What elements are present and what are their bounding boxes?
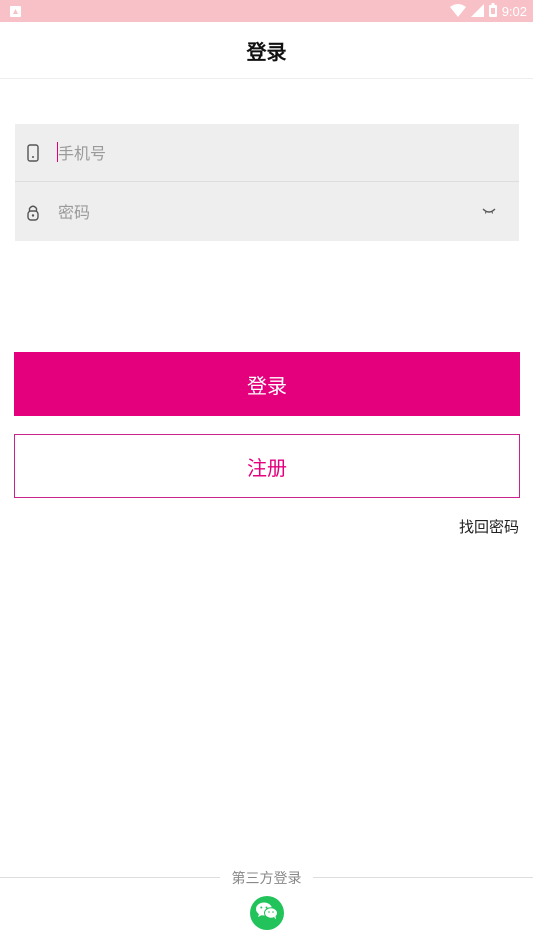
- status-bar: 9:02: [0, 0, 533, 22]
- login-form: [15, 124, 519, 241]
- third-party-label: 第三方登录: [231, 871, 302, 887]
- phone-field-row: [15, 124, 519, 182]
- login-screen: 9:02 登录 手机号 登录 注册 找回密码 第三方登录: [0, 0, 533, 947]
- signal-icon: [470, 2, 484, 21]
- third-party-section: 第三方登录: [0, 866, 533, 890]
- header: 登录: [0, 22, 533, 79]
- android-notification-icon: [10, 5, 21, 17]
- eye-closed-icon[interactable]: [481, 205, 497, 217]
- phone-input[interactable]: [58, 137, 468, 169]
- wifi-icon: [449, 2, 466, 21]
- lock-icon: [26, 203, 40, 221]
- divider: [313, 877, 533, 878]
- wechat-login-button[interactable]: [250, 896, 284, 930]
- register-button[interactable]: 注册: [14, 434, 520, 498]
- phone-icon: [26, 144, 40, 162]
- battery-icon: [488, 2, 497, 21]
- status-time: 9:02: [501, 3, 527, 19]
- login-button[interactable]: 登录: [14, 352, 520, 416]
- password-input[interactable]: [58, 196, 468, 228]
- page-title: 登录: [246, 39, 287, 64]
- password-field-row: [15, 183, 519, 241]
- forgot-password-link[interactable]: 找回密码: [459, 516, 519, 537]
- wechat-icon: [255, 901, 279, 925]
